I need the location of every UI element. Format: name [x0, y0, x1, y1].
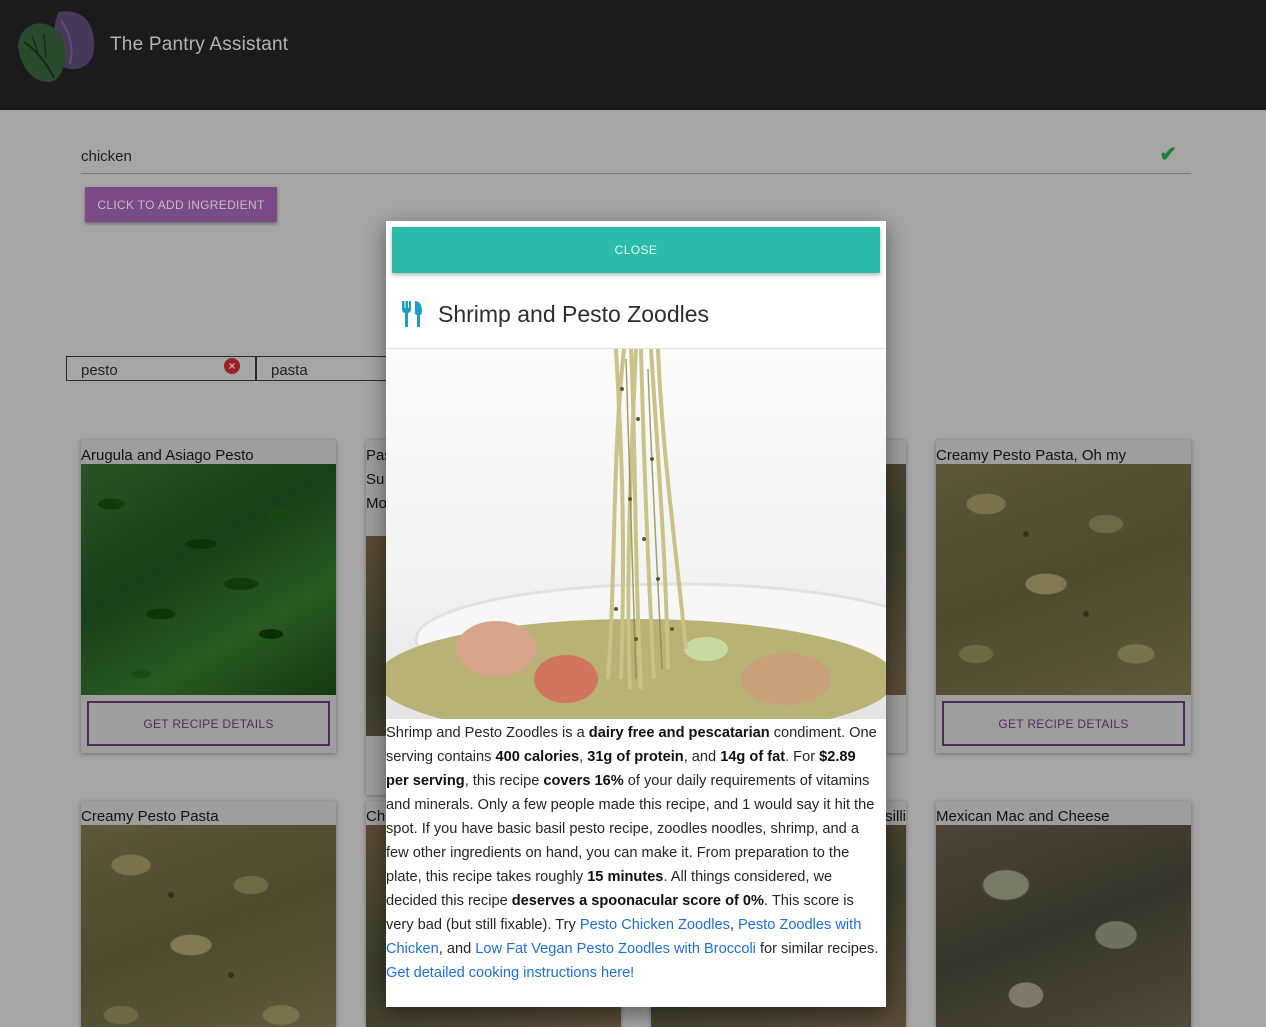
recipe-card: Mexican Mac and Cheese — [936, 801, 1191, 1027]
recipe-card: Creamy Pesto Pasta — [81, 801, 336, 1027]
ingredient-chip-pesto: pesto × — [66, 356, 256, 381]
description-bold: covers 16% — [543, 773, 624, 789]
recipe-card: Creamy Pesto Pasta, Oh my GET RECIPE DET… — [936, 440, 1191, 753]
remove-chip-icon[interactable]: × — [224, 358, 240, 374]
chip-label: pesto — [81, 362, 118, 379]
modal-header: Shrimp and Pesto Zoodles — [386, 291, 886, 349]
top-app-bar: The Pantry Assistant — [0, 0, 1266, 110]
description-bold: deserves a spoonacular score of 0% — [511, 893, 765, 909]
recipe-image — [386, 349, 886, 719]
ingredient-chip-pasta: pasta — [256, 356, 386, 381]
add-ingredient-button[interactable]: CLICK TO ADD INGREDIENT — [85, 187, 277, 222]
description-text: , and — [683, 749, 721, 765]
recipe-card-image — [936, 464, 1191, 695]
description-bold: 14g of fat — [720, 749, 786, 765]
description-text: , — [579, 749, 588, 765]
ingredient-input-value[interactable]: chicken — [81, 148, 132, 165]
ingredient-input[interactable]: chicken ✔ — [81, 140, 1191, 174]
close-button[interactable]: CLOSE — [392, 227, 880, 273]
basil-leaf-logo — [18, 11, 95, 83]
recipe-details-modal: CLOSE Shrimp and Pesto Zoodles Shrimp an… — [386, 221, 886, 1007]
cooking-instructions-link[interactable]: Get detailed cooking instructions here! — [386, 965, 634, 981]
get-recipe-details-button[interactable]: GET RECIPE DETAILS — [942, 701, 1185, 746]
description-bold: 31g of protein — [587, 749, 684, 765]
recipe-card-image — [936, 825, 1191, 1027]
description-text: for similar recipes. — [755, 941, 879, 957]
similar-recipe-link[interactable]: Low Fat Vegan Pesto Zoodles with Broccol… — [475, 941, 756, 957]
description-text: , — [729, 917, 739, 933]
description-bold: 15 minutes — [587, 869, 664, 885]
description-bold: dairy free and pescatarian — [588, 725, 770, 741]
check-icon[interactable]: ✔ — [1159, 142, 1177, 167]
description-text: . For — [785, 749, 820, 765]
recipe-card-image — [81, 464, 336, 695]
similar-recipe-link[interactable]: Pesto Chicken Zoodles — [580, 917, 730, 933]
description-bold: 400 calories — [495, 749, 580, 765]
utensils-icon — [402, 301, 422, 327]
get-recipe-details-button[interactable]: GET RECIPE DETAILS — [87, 701, 330, 746]
chip-label: pasta — [271, 362, 308, 379]
recipe-card: Arugula and Asiago Pesto GET RECIPE DETA… — [81, 440, 336, 753]
app-title: The Pantry Assistant — [110, 34, 289, 55]
modal-title: Shrimp and Pesto Zoodles — [438, 301, 710, 327]
description-text: , and — [438, 941, 476, 957]
description-text: Shrimp and Pesto Zoodles is a — [386, 725, 589, 741]
recipe-card-image — [81, 825, 336, 1027]
description-text: , this recipe — [464, 773, 544, 789]
recipe-description: Shrimp and Pesto Zoodles is a dairy free… — [386, 721, 882, 985]
